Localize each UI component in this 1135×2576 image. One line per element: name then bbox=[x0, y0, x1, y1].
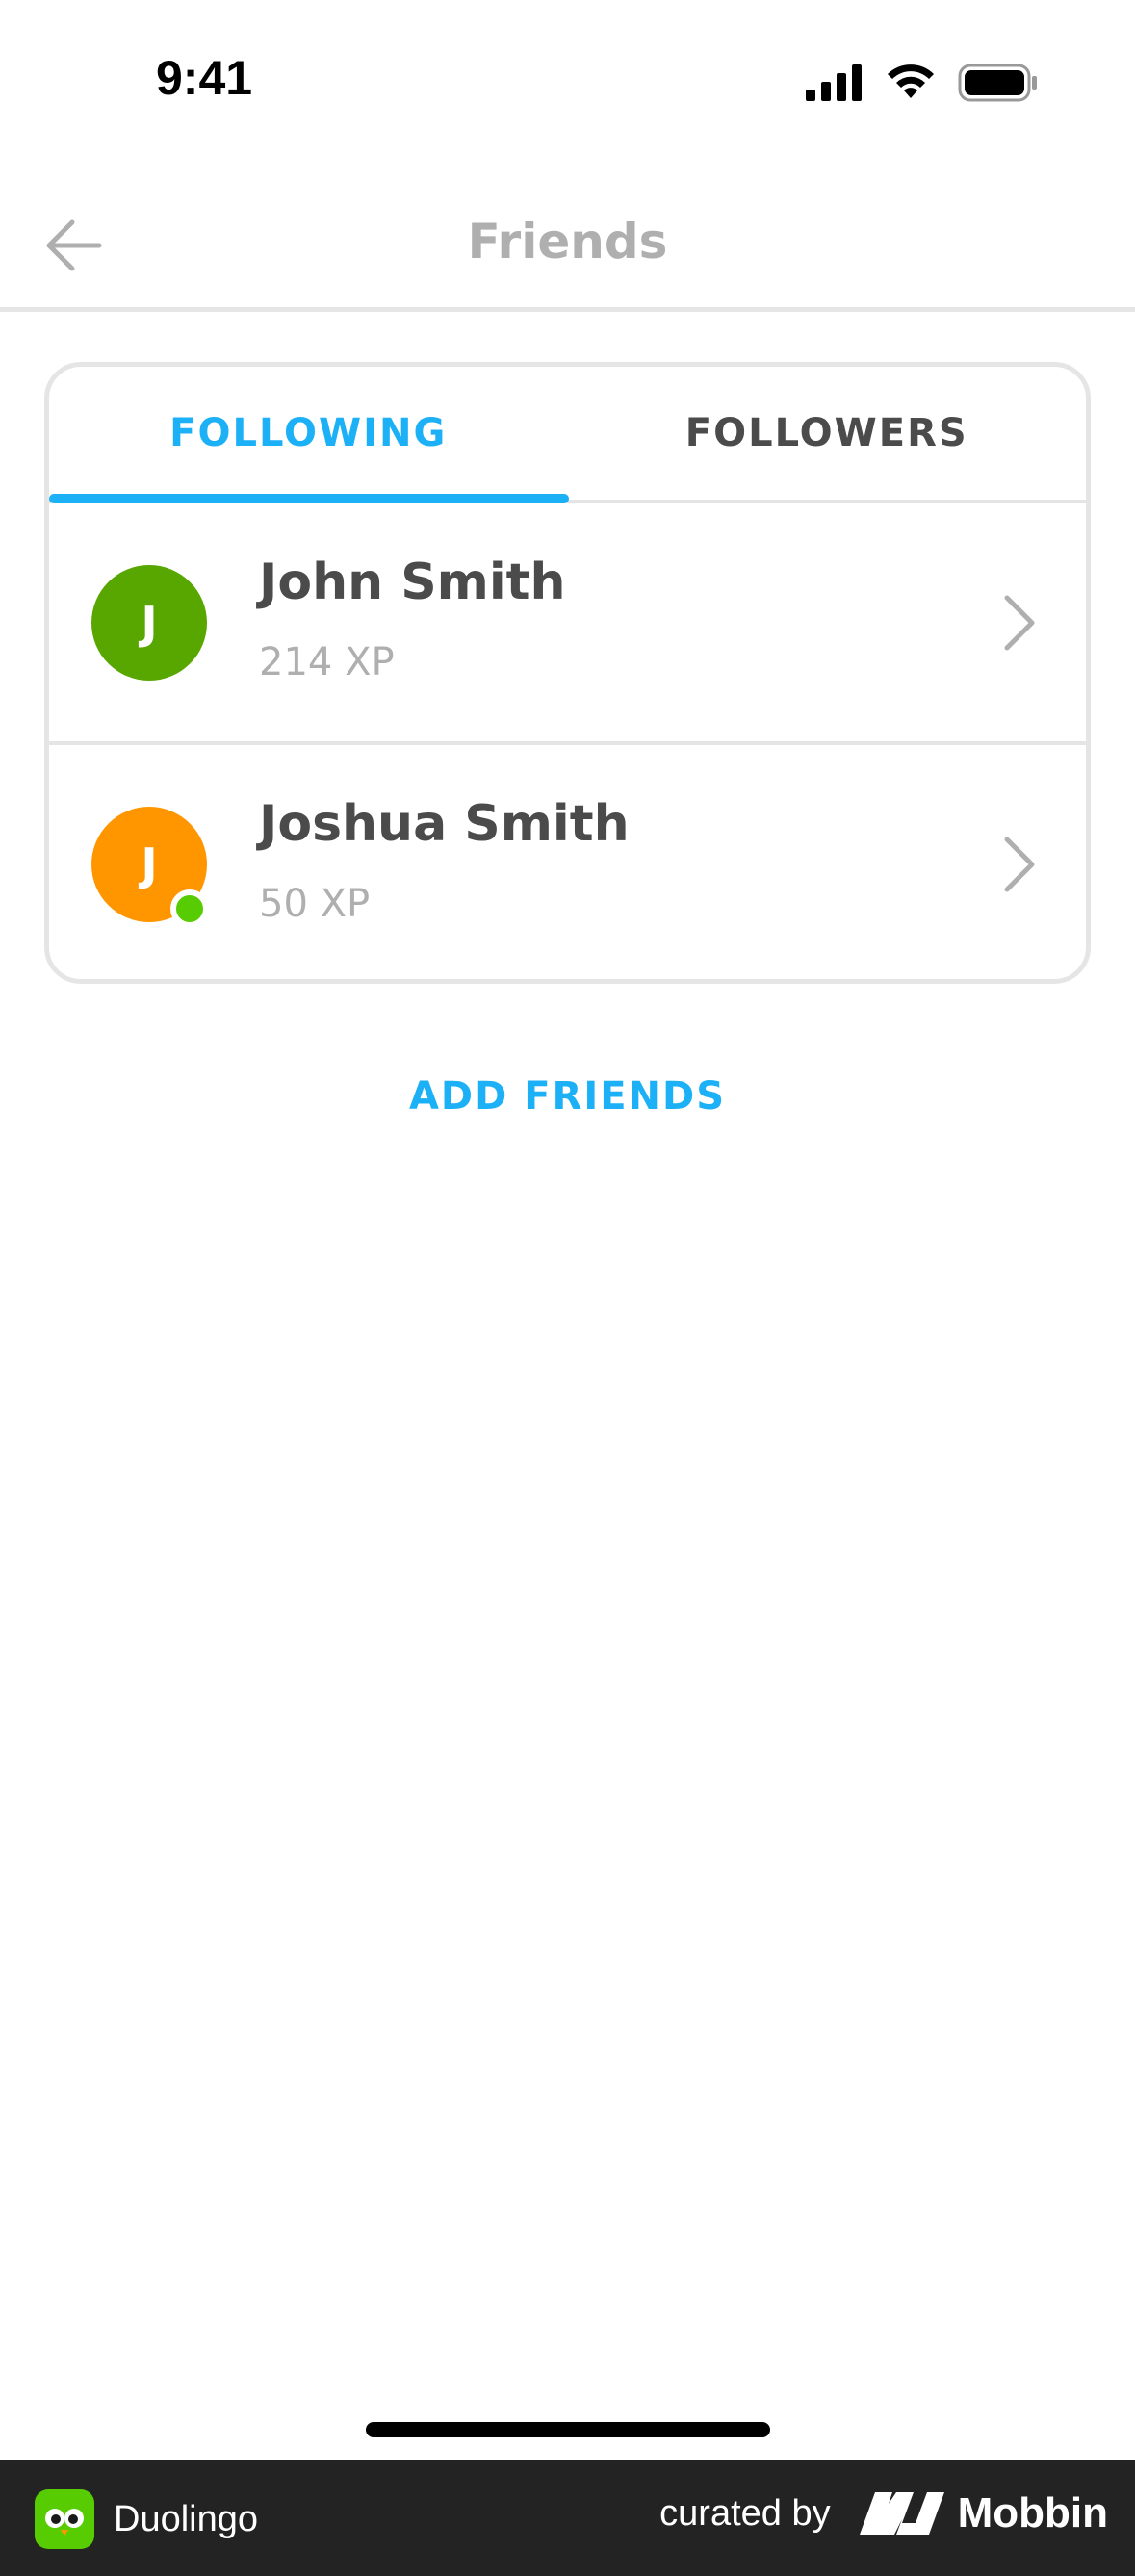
wifi-icon bbox=[888, 64, 934, 98]
tab-following[interactable]: FOLLOWING bbox=[49, 367, 568, 500]
footer-app-name: Duolingo bbox=[114, 2498, 258, 2539]
mobbin-logo-icon bbox=[859, 2492, 944, 2535]
mobbin-brand-name: Mobbin bbox=[957, 2489, 1108, 2537]
home-indicator[interactable] bbox=[366, 2422, 770, 2437]
friends-card: FOLLOWING FOLLOWERS J John Smith 214 XP … bbox=[44, 362, 1091, 984]
status-time: 9:41 bbox=[156, 51, 253, 105]
online-status-dot bbox=[170, 889, 209, 928]
avatar: J bbox=[91, 565, 207, 681]
add-friends-button[interactable]: ADD FRIENDS bbox=[0, 1074, 1135, 1119]
curated-by-label: curated by bbox=[659, 2492, 831, 2534]
friend-xp: 214 XP bbox=[259, 640, 395, 684]
chevron-right-icon bbox=[1004, 837, 1035, 892]
nav-header: Friends bbox=[0, 183, 1135, 312]
mobbin-brand: Mobbin bbox=[859, 2489, 1108, 2537]
duolingo-logo-icon bbox=[35, 2489, 94, 2549]
tab-active-indicator bbox=[49, 494, 569, 503]
footer-banner: Duolingo curated by Mobbin bbox=[0, 2460, 1135, 2576]
chevron-right-icon bbox=[1004, 595, 1035, 651]
friend-xp: 50 XP bbox=[259, 882, 371, 926]
avatar-initial: J bbox=[141, 597, 158, 649]
tab-followers[interactable]: FOLLOWERS bbox=[568, 367, 1087, 500]
friends-tabs: FOLLOWING FOLLOWERS bbox=[49, 367, 1086, 503]
status-icons bbox=[806, 64, 1039, 102]
friend-row-joshua-smith[interactable]: J Joshua Smith 50 XP bbox=[49, 745, 1086, 979]
friend-name: John Smith bbox=[259, 554, 566, 611]
battery-icon bbox=[958, 64, 1037, 102]
friend-name: Joshua Smith bbox=[259, 795, 630, 853]
page-title: Friends bbox=[467, 214, 668, 270]
cellular-signal-icon bbox=[806, 64, 862, 101]
friend-row-john-smith[interactable]: J John Smith 214 XP bbox=[49, 503, 1086, 745]
friends-screen: 9:41 Friends FOLLOWING FOLLOWERS J John … bbox=[0, 0, 1135, 2576]
avatar-initial: J bbox=[141, 838, 158, 890]
footer-credit: curated by Mobbin bbox=[659, 2489, 1108, 2537]
footer-app: Duolingo bbox=[35, 2489, 258, 2549]
status-bar: 9:41 bbox=[0, 0, 1135, 164]
